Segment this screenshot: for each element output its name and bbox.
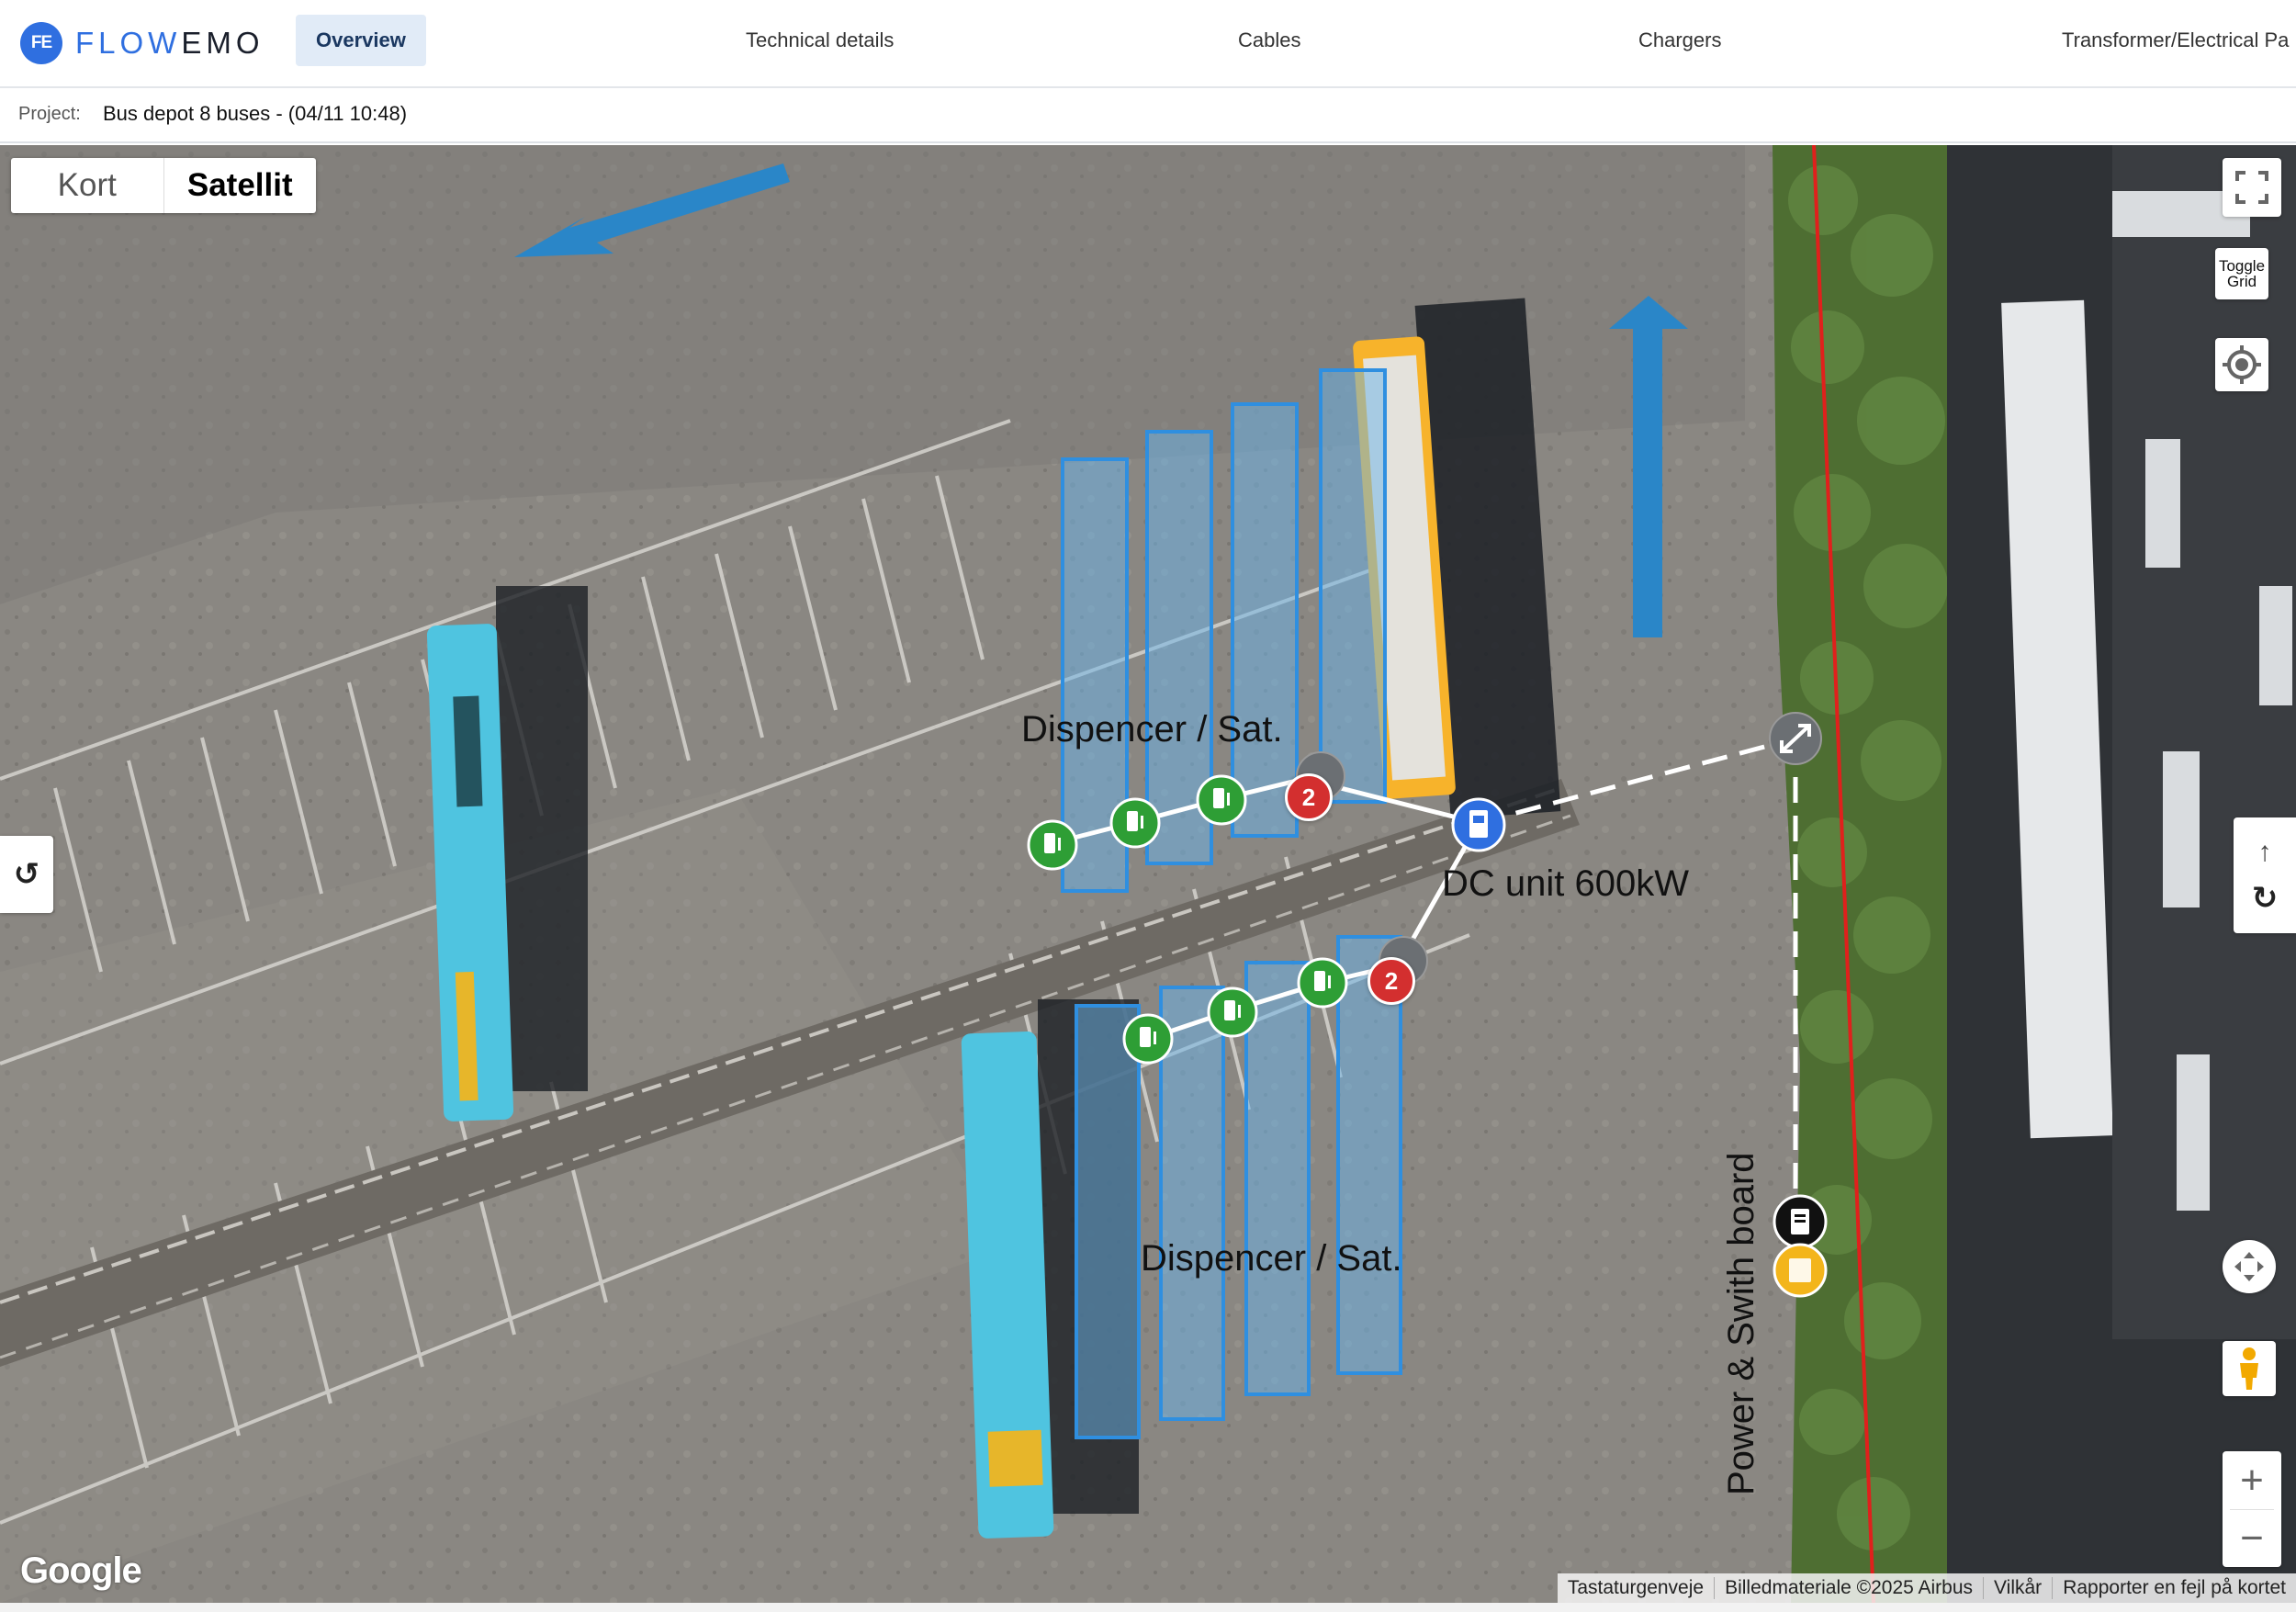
satellite-map[interactable]: 2 2 Dispencer / Sat. Dispencer / Sat. DC… xyxy=(0,145,2296,1603)
charger-group-badge-bottom[interactable]: 2 xyxy=(1367,957,1415,1005)
map-type-toggle: Kort Satellit xyxy=(11,158,316,213)
logo-wordmark: FLOWEMO xyxy=(75,26,264,60)
terms-link[interactable]: Vilkår xyxy=(1983,1577,2052,1599)
tab-technical-details[interactable]: Technical details xyxy=(746,15,894,66)
tab-transformer-electrical[interactable]: Transformer/Electrical Pa xyxy=(2062,15,2289,66)
tab-cables[interactable]: Cables xyxy=(1238,15,1300,66)
google-logo: Google xyxy=(20,1550,142,1591)
crosshair-icon xyxy=(2223,345,2261,384)
bottom-edge xyxy=(0,1603,2296,1612)
tab-overview[interactable]: Overview xyxy=(296,15,426,66)
zoom-out-button[interactable]: − xyxy=(2230,1510,2274,1567)
map-canvas xyxy=(0,145,2296,1603)
locate-button[interactable] xyxy=(2215,338,2268,391)
map-type-satellite[interactable]: Satellit xyxy=(163,158,317,213)
charger-group-badge-top[interactable]: 2 xyxy=(1285,773,1333,821)
project-name: Bus depot 8 buses - (04/11 10:48) xyxy=(103,102,408,125)
label-dispenser-bottom: Dispencer / Sat. xyxy=(1141,1238,1402,1279)
label-dc-unit: DC unit 600kW xyxy=(1442,863,1689,904)
fullscreen-button[interactable] xyxy=(2223,158,2281,217)
top-navigation: FE FLOWEMO Overview Technical details Ca… xyxy=(0,0,2296,88)
tilt-rotate-control: ↑ ↻ xyxy=(2234,817,2296,933)
map-type-kort[interactable]: Kort xyxy=(11,158,163,213)
label-power-board: Power & Swith board xyxy=(1721,1152,1761,1495)
fullscreen-icon xyxy=(2235,171,2268,204)
camera-move-icon xyxy=(2234,1252,2264,1281)
logo-badge: FE xyxy=(20,22,62,64)
bus-left xyxy=(426,586,588,1122)
zoom-control: + − xyxy=(2223,1451,2281,1567)
street-view-pegman[interactable] xyxy=(2223,1341,2276,1396)
tilt-button[interactable]: ↑ xyxy=(2258,829,2272,875)
zoom-in-button[interactable]: + xyxy=(2230,1452,2274,1510)
keyboard-shortcuts-link[interactable]: Tastaturgenveje xyxy=(1558,1577,1714,1599)
imagery-credit: Billedmateriale ©2025 Airbus xyxy=(1714,1577,1983,1599)
project-label: Project: xyxy=(18,104,81,124)
project-bar: Project: Bus depot 8 buses - (04/11 10:4… xyxy=(0,88,2296,143)
pegman-icon xyxy=(2240,1347,2258,1390)
toggle-grid-button[interactable]: Toggle Grid xyxy=(2215,248,2268,299)
label-dispenser-top: Dispencer / Sat. xyxy=(1021,709,1283,750)
rotate-left-button[interactable]: ↺ xyxy=(0,836,53,913)
rotate-right-button[interactable]: ↻ xyxy=(2252,875,2279,921)
map-attribution: Tastaturgenveje Billedmateriale ©2025 Ai… xyxy=(1557,1573,2296,1603)
flowemo-logo[interactable]: FE FLOWEMO xyxy=(20,22,264,64)
camera-control-button[interactable] xyxy=(2223,1240,2276,1293)
tab-chargers[interactable]: Chargers xyxy=(1638,15,1721,66)
report-error-link[interactable]: Rapporter en fejl på kortet xyxy=(2052,1577,2296,1599)
